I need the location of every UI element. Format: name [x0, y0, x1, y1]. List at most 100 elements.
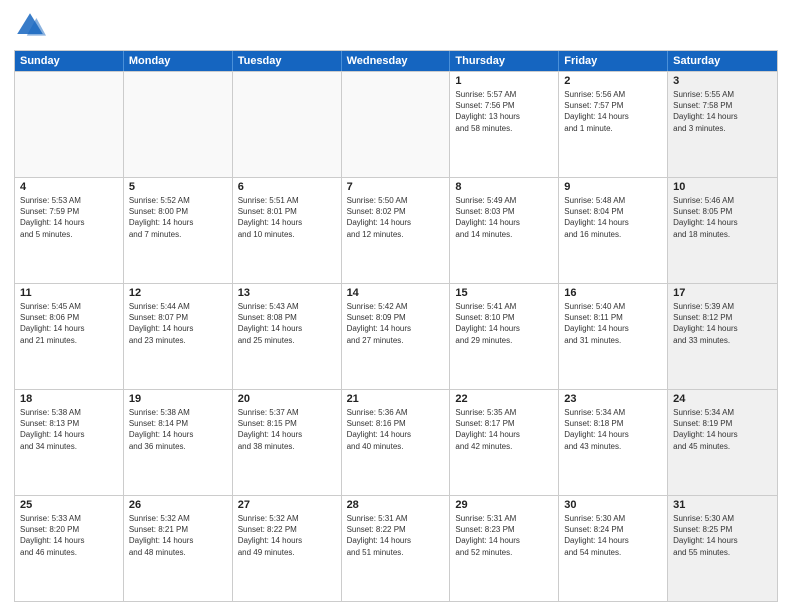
day-number: 12	[129, 287, 227, 299]
header-day-tuesday: Tuesday	[233, 51, 342, 71]
calendar-cell-11: 11Sunrise: 5:45 AMSunset: 8:06 PMDayligh…	[15, 284, 124, 389]
calendar-cell-17: 17 Sunrise: 5:39 AMSunset: 8:12 PMDayligh…	[668, 284, 777, 389]
logo	[14, 10, 50, 42]
calendar-row-5: 25Sunrise: 5:33 AMSunset: 8:20 PMDayligh…	[15, 495, 777, 601]
day-number: 27	[238, 499, 336, 511]
cell-info: Sunrise: 5:50 AMSunset: 8:02 PMDaylight:…	[347, 195, 445, 240]
day-number: 21	[347, 393, 445, 405]
cell-info: Sunrise: 5:55 AMSunset: 7:58 PMDaylight:…	[673, 89, 772, 134]
calendar-body: 1Sunrise: 5:57 AMSunset: 7:56 PMDaylight…	[15, 71, 777, 601]
logo-icon	[14, 10, 46, 42]
header-day-thursday: Thursday	[450, 51, 559, 71]
cell-info: Sunrise: 5:32 AMSunset: 8:22 PMDaylight:…	[238, 513, 336, 558]
day-number: 7	[347, 181, 445, 193]
header-day-friday: Friday	[559, 51, 668, 71]
cell-info: Sunrise: 5:46 AMSunset: 8:05 PMDaylight:…	[673, 195, 772, 240]
cell-info: Sunrise: 5:38 AMSunset: 8:13 PMDaylight:…	[20, 407, 118, 452]
calendar-cell-15: 15 Sunrise: 5:41 AMSunset: 8:10 PMDayligh…	[450, 284, 559, 389]
cell-info: Sunrise: 5:53 AMSunset: 7:59 PMDaylight:…	[20, 195, 118, 240]
header-day-sunday: Sunday	[15, 51, 124, 71]
cell-info: Sunrise: 5:37 AMSunset: 8:15 PMDaylight:…	[238, 407, 336, 452]
calendar-cell-5: 5 Sunrise: 5:52 AMSunset: 8:00 PMDaylight…	[124, 178, 233, 283]
calendar-cell-20: 20Sunrise: 5:37 AMSunset: 8:15 PMDayligh…	[233, 390, 342, 495]
day-number: 1	[455, 75, 553, 87]
calendar-cell-16: 16Sunrise: 5:40 AMSunset: 8:11 PMDayligh…	[559, 284, 668, 389]
calendar-cell-empty-2	[233, 72, 342, 177]
day-number: 5	[129, 181, 227, 193]
calendar-cell-24: 24Sunrise: 5:34 AMSunset: 8:19 PMDayligh…	[668, 390, 777, 495]
day-number: 26	[129, 499, 227, 511]
cell-info: Sunrise: 5:35 AMSunset: 8:17 PMDaylight:…	[455, 407, 553, 452]
header-day-saturday: Saturday	[668, 51, 777, 71]
cell-info: Sunrise: 5:34 AMSunset: 8:18 PMDaylight:…	[564, 407, 662, 452]
day-number: 6	[238, 181, 336, 193]
calendar-cell-25: 25Sunrise: 5:33 AMSunset: 8:20 PMDayligh…	[15, 496, 124, 601]
day-number: 29	[455, 499, 553, 511]
cell-info: Sunrise: 5:34 AMSunset: 8:19 PMDaylight:…	[673, 407, 772, 452]
calendar-cell-2: 2Sunrise: 5:56 AMSunset: 7:57 PMDaylight…	[559, 72, 668, 177]
calendar-cell-28: 28 Sunrise: 5:31 AMSunset: 8:22 PMDayligh…	[342, 496, 451, 601]
day-number: 2	[564, 75, 662, 87]
day-number: 8	[455, 181, 553, 193]
cell-info: Sunrise: 5:43 AMSunset: 8:08 PMDaylight:…	[238, 301, 336, 346]
calendar-row-2: 4 Sunrise: 5:53 AMSunset: 7:59 PMDaylight…	[15, 177, 777, 283]
cell-info: Sunrise: 5:31 AMSunset: 8:23 PMDaylight:…	[455, 513, 553, 558]
day-number: 14	[347, 287, 445, 299]
day-number: 10	[673, 181, 772, 193]
calendar-cell-8: 8 Sunrise: 5:49 AMSunset: 8:03 PMDaylight…	[450, 178, 559, 283]
calendar-cell-3: 3 Sunrise: 5:55 AMSunset: 7:58 PMDaylight…	[668, 72, 777, 177]
day-number: 18	[20, 393, 118, 405]
page: SundayMondayTuesdayWednesdayThursdayFrid…	[0, 0, 792, 612]
day-number: 9	[564, 181, 662, 193]
calendar: SundayMondayTuesdayWednesdayThursdayFrid…	[14, 50, 778, 602]
day-number: 3	[673, 75, 772, 87]
day-number: 15	[455, 287, 553, 299]
calendar-cell-22: 22 Sunrise: 5:35 AMSunset: 8:17 PMDayligh…	[450, 390, 559, 495]
calendar-cell-12: 12 Sunrise: 5:44 AMSunset: 8:07 PMDayligh…	[124, 284, 233, 389]
calendar-cell-empty-1	[124, 72, 233, 177]
cell-info: Sunrise: 5:41 AMSunset: 8:10 PMDaylight:…	[455, 301, 553, 346]
cell-info: Sunrise: 5:49 AMSunset: 8:03 PMDaylight:…	[455, 195, 553, 240]
day-number: 31	[673, 499, 772, 511]
day-number: 23	[564, 393, 662, 405]
calendar-row-4: 18 Sunrise: 5:38 AMSunset: 8:13 PMDayligh…	[15, 389, 777, 495]
calendar-cell-29: 29 Sunrise: 5:31 AMSunset: 8:23 PMDayligh…	[450, 496, 559, 601]
header-day-wednesday: Wednesday	[342, 51, 451, 71]
calendar-cell-19: 19 Sunrise: 5:38 AMSunset: 8:14 PMDayligh…	[124, 390, 233, 495]
calendar-cell-13: 13 Sunrise: 5:43 AMSunset: 8:08 PMDayligh…	[233, 284, 342, 389]
day-number: 4	[20, 181, 118, 193]
calendar-cell-empty-0	[15, 72, 124, 177]
cell-info: Sunrise: 5:31 AMSunset: 8:22 PMDaylight:…	[347, 513, 445, 558]
calendar-row-1: 1Sunrise: 5:57 AMSunset: 7:56 PMDaylight…	[15, 71, 777, 177]
cell-info: Sunrise: 5:44 AMSunset: 8:07 PMDaylight:…	[129, 301, 227, 346]
cell-info: Sunrise: 5:40 AMSunset: 8:11 PMDaylight:…	[564, 301, 662, 346]
calendar-cell-31: 31 Sunrise: 5:30 AMSunset: 8:25 PMDayligh…	[668, 496, 777, 601]
calendar-cell-23: 23 Sunrise: 5:34 AMSunset: 8:18 PMDayligh…	[559, 390, 668, 495]
cell-info: Sunrise: 5:48 AMSunset: 8:04 PMDaylight:…	[564, 195, 662, 240]
calendar-cell-18: 18 Sunrise: 5:38 AMSunset: 8:13 PMDayligh…	[15, 390, 124, 495]
calendar-cell-14: 14 Sunrise: 5:42 AMSunset: 8:09 PMDayligh…	[342, 284, 451, 389]
day-number: 22	[455, 393, 553, 405]
header-day-monday: Monday	[124, 51, 233, 71]
cell-info: Sunrise: 5:52 AMSunset: 8:00 PMDaylight:…	[129, 195, 227, 240]
day-number: 19	[129, 393, 227, 405]
cell-info: Sunrise: 5:38 AMSunset: 8:14 PMDaylight:…	[129, 407, 227, 452]
calendar-cell-10: 10 Sunrise: 5:46 AMSunset: 8:05 PMDayligh…	[668, 178, 777, 283]
day-number: 30	[564, 499, 662, 511]
day-number: 13	[238, 287, 336, 299]
day-number: 28	[347, 499, 445, 511]
day-number: 11	[20, 287, 118, 299]
day-number: 17	[673, 287, 772, 299]
cell-info: Sunrise: 5:36 AMSunset: 8:16 PMDaylight:…	[347, 407, 445, 452]
cell-info: Sunrise: 5:32 AMSunset: 8:21 PMDaylight:…	[129, 513, 227, 558]
calendar-cell-9: 9 Sunrise: 5:48 AMSunset: 8:04 PMDaylight…	[559, 178, 668, 283]
cell-info: Sunrise: 5:51 AMSunset: 8:01 PMDaylight:…	[238, 195, 336, 240]
calendar-cell-4: 4 Sunrise: 5:53 AMSunset: 7:59 PMDaylight…	[15, 178, 124, 283]
day-number: 25	[20, 499, 118, 511]
calendar-cell-1: 1Sunrise: 5:57 AMSunset: 7:56 PMDaylight…	[450, 72, 559, 177]
cell-info: Sunrise: 5:30 AMSunset: 8:25 PMDaylight:…	[673, 513, 772, 558]
cell-info: Sunrise: 5:42 AMSunset: 8:09 PMDaylight:…	[347, 301, 445, 346]
calendar-cell-21: 21 Sunrise: 5:36 AMSunset: 8:16 PMDayligh…	[342, 390, 451, 495]
calendar-cell-empty-3	[342, 72, 451, 177]
cell-info: Sunrise: 5:39 AMSunset: 8:12 PMDaylight:…	[673, 301, 772, 346]
